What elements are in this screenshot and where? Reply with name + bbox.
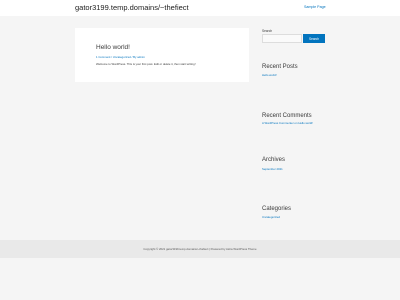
post-card: Hello world! 1 Comment / Uncategorized /…	[75, 28, 249, 82]
post-meta[interactable]: 1 Comment / Uncategorized / By admin	[96, 55, 145, 59]
archives-title: Archives	[262, 157, 286, 163]
site-title[interactable]: gator3199.temp.domains/~thefiect	[75, 3, 189, 12]
search-input[interactable]	[262, 34, 302, 43]
recent-comment-item[interactable]: A WordPress Commenter on Hello world!	[262, 121, 313, 125]
category-item[interactable]: Uncategorized	[262, 215, 280, 219]
search-label: Search	[262, 29, 273, 33]
post-excerpt: Welcome to WordPress. This is your first…	[96, 62, 196, 66]
archive-item[interactable]: September 2021	[262, 167, 283, 171]
site-footer: Copyright © 2021 gator3199.temp.domains/…	[0, 240, 400, 258]
recent-posts-title: Recent Posts	[262, 64, 298, 70]
search-button[interactable]: Search	[303, 34, 325, 43]
nav-link-sample-page[interactable]: Sample Page	[304, 5, 326, 9]
categories-title: Categories	[262, 206, 292, 212]
recent-post-item[interactable]: Hello world!	[262, 73, 277, 77]
recent-comments-title: Recent Comments	[262, 113, 312, 119]
site-header: gator3199.temp.domains/~thefiect Sample …	[0, 0, 400, 16]
post-title[interactable]: Hello world!	[96, 44, 130, 51]
footer-copyright: Copyright © 2021 gator3199.temp.domains/…	[143, 247, 257, 251]
